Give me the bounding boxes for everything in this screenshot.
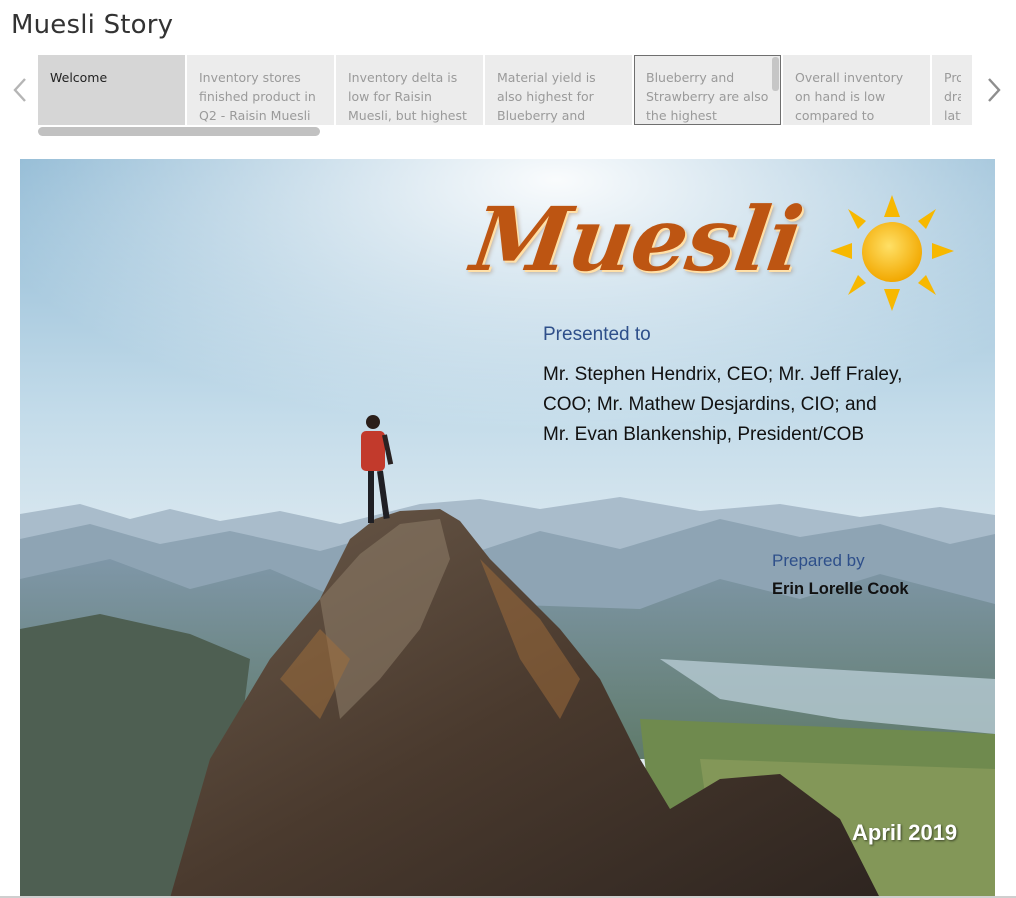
prepared-by-label: Prepared by bbox=[772, 551, 865, 570]
story-point-label: Material yield is also highest for Blueb… bbox=[497, 70, 596, 123]
slide-date: April 2019 bbox=[852, 820, 958, 845]
story-title: Muesli Story bbox=[11, 10, 174, 40]
story-point-label: Production drastically latter bbox=[944, 70, 961, 123]
story-point-label: Blueberry and Strawberry are also the hi… bbox=[646, 70, 769, 123]
story-point-label: Inventory delta is low for Raisin Muesli… bbox=[348, 70, 467, 123]
previous-point-button[interactable] bbox=[7, 72, 33, 108]
presented-line: COO; Mr. Mathew Desjardins, CIO; and bbox=[543, 394, 877, 415]
story-point-label: Overall inventory on hand is low compare… bbox=[795, 70, 904, 123]
presented-line: Mr. Evan Blankenship, President/COB bbox=[543, 424, 865, 445]
story-point-inventory-delta[interactable]: Inventory delta is low for Raisin Muesli… bbox=[336, 55, 483, 125]
muesli-logo: Muesli bbox=[465, 187, 809, 291]
title-slide: Muesli Presented to Mr. Stephen Hendrix,… bbox=[20, 159, 995, 898]
story-point-scrollbar[interactable] bbox=[772, 57, 779, 91]
presented-line: Mr. Stephen Hendrix, CEO; Mr. Jeff Frale… bbox=[543, 364, 903, 385]
presented-to-names: Mr. Stephen Hendrix, CEO; Mr. Jeff Frale… bbox=[543, 360, 963, 450]
presented-to-label: Presented to bbox=[543, 324, 651, 345]
chevron-left-icon bbox=[13, 78, 26, 102]
story-point-overall-inventory[interactable]: Overall inventory on hand is low compare… bbox=[783, 55, 930, 125]
story-point-welcome[interactable]: Welcome bbox=[38, 55, 185, 125]
story-point-production[interactable]: Production drastically latter bbox=[932, 55, 972, 125]
next-point-button[interactable] bbox=[981, 72, 1007, 108]
story-point-blueberry-strawberry[interactable]: Blueberry and Strawberry are also the hi… bbox=[634, 55, 781, 125]
prepared-by-name: Erin Lorelle Cook bbox=[772, 580, 909, 598]
story-point-label: Welcome bbox=[50, 70, 108, 85]
story-point-label: Inventory stores finished product in Q2 … bbox=[199, 70, 316, 123]
story-point-material-yield[interactable]: Material yield is also highest for Blueb… bbox=[485, 55, 632, 125]
story-points-navigator: Welcome Inventory stores finished produc… bbox=[38, 55, 977, 125]
story-point-inventory-stores[interactable]: Inventory stores finished product in Q2 … bbox=[187, 55, 334, 125]
chevron-right-icon bbox=[988, 78, 1001, 102]
story-points-scrollbar[interactable] bbox=[38, 127, 320, 136]
sun-icon bbox=[830, 195, 954, 311]
